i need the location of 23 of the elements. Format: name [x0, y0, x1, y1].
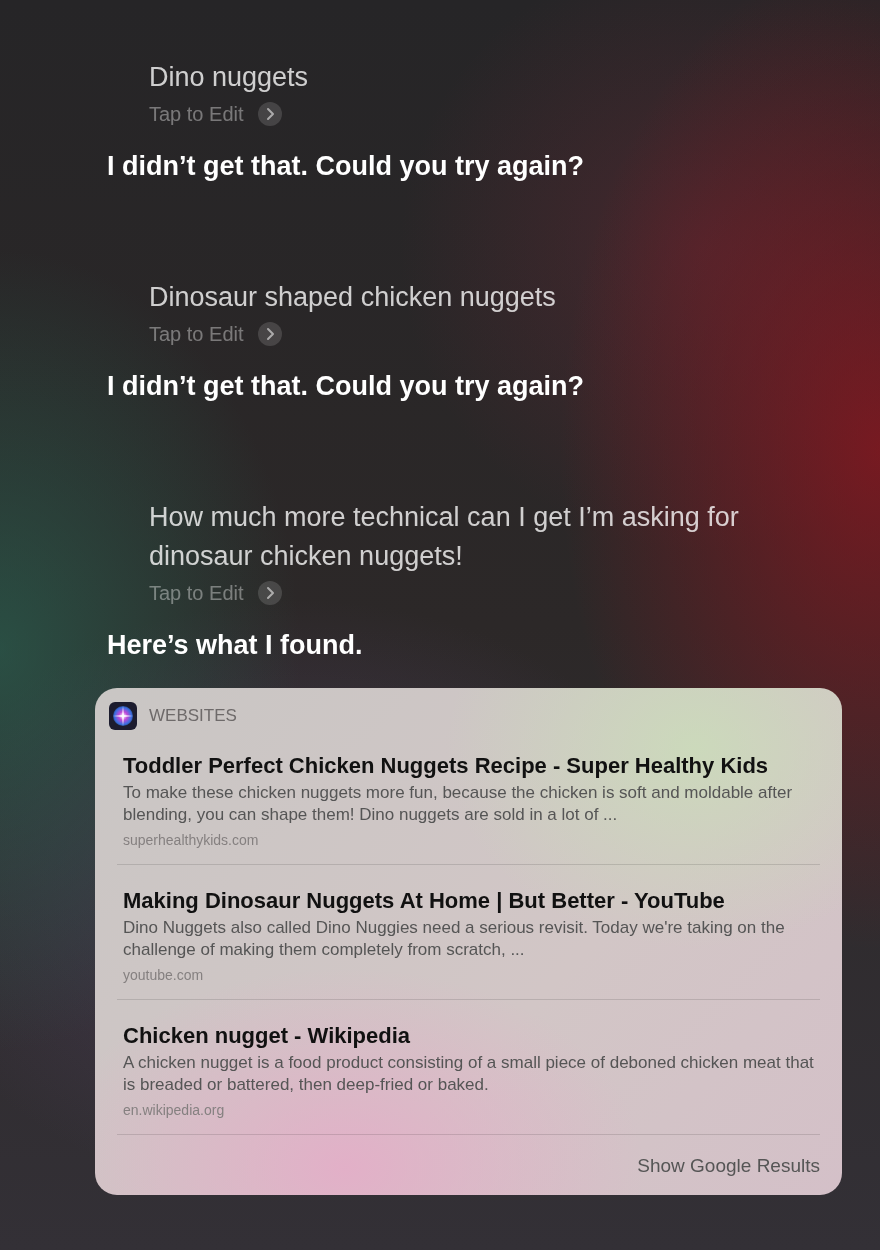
show-google-results-link[interactable]: Show Google Results — [637, 1155, 820, 1177]
assistant-reply: I didn’t get that. Could you try again? — [107, 370, 585, 403]
result-title-link[interactable]: Toddler Perfect Chicken Nuggets Recipe - Super Healthy Kids — [123, 752, 820, 780]
spoken-query: Dinosaur shaped chicken nuggets — [149, 281, 557, 314]
assistant-reply: Here’s what I found. — [107, 629, 364, 662]
assistant-reply: I didn’t get that. Could you try again? — [107, 150, 585, 183]
result-title-link[interactable]: Making Dinosaur Nuggets At Home | But Better - YouTube — [123, 887, 820, 915]
spoken-query: Dino nuggets — [149, 61, 310, 94]
section-label: WEBSITES — [149, 706, 237, 726]
spoken-query: How much more technical can I get I’m asking for dinosaur chicken nuggets! — [149, 501, 740, 573]
result-title-link[interactable]: Chicken nugget - Wikipedia — [123, 1022, 820, 1050]
tap-to-edit-link[interactable]: Tap to Edit — [149, 321, 244, 347]
result-domain: youtube.com — [123, 967, 205, 983]
tap-to-edit-link[interactable]: Tap to Edit — [149, 101, 244, 127]
result-snippet: To make these chicken nuggets more fun, because the chicken is soft and moldable after blending, you can shape them! Dino nuggets are sold in a lot of ... — [123, 782, 794, 826]
result-domain: superhealthykids.com — [123, 832, 260, 848]
chevron-right-icon[interactable] — [257, 102, 282, 126]
tap-to-edit-link[interactable]: Tap to Edit — [149, 580, 244, 606]
chevron-right-icon[interactable] — [257, 581, 282, 605]
result-snippet: A chicken nugget is a food product consisting of a small piece of deboned chicken meat that is breaded or battered, then deep-fried or baked. — [123, 1052, 815, 1096]
result-domain: en.wikipedia.org — [123, 1102, 226, 1118]
result-snippet: Dino Nuggets also called Dino Nuggies need a serious revisit. Today we're taking on the challenge of making them completely from scratch, ... — [123, 917, 786, 961]
chevron-right-icon[interactable] — [257, 322, 282, 346]
